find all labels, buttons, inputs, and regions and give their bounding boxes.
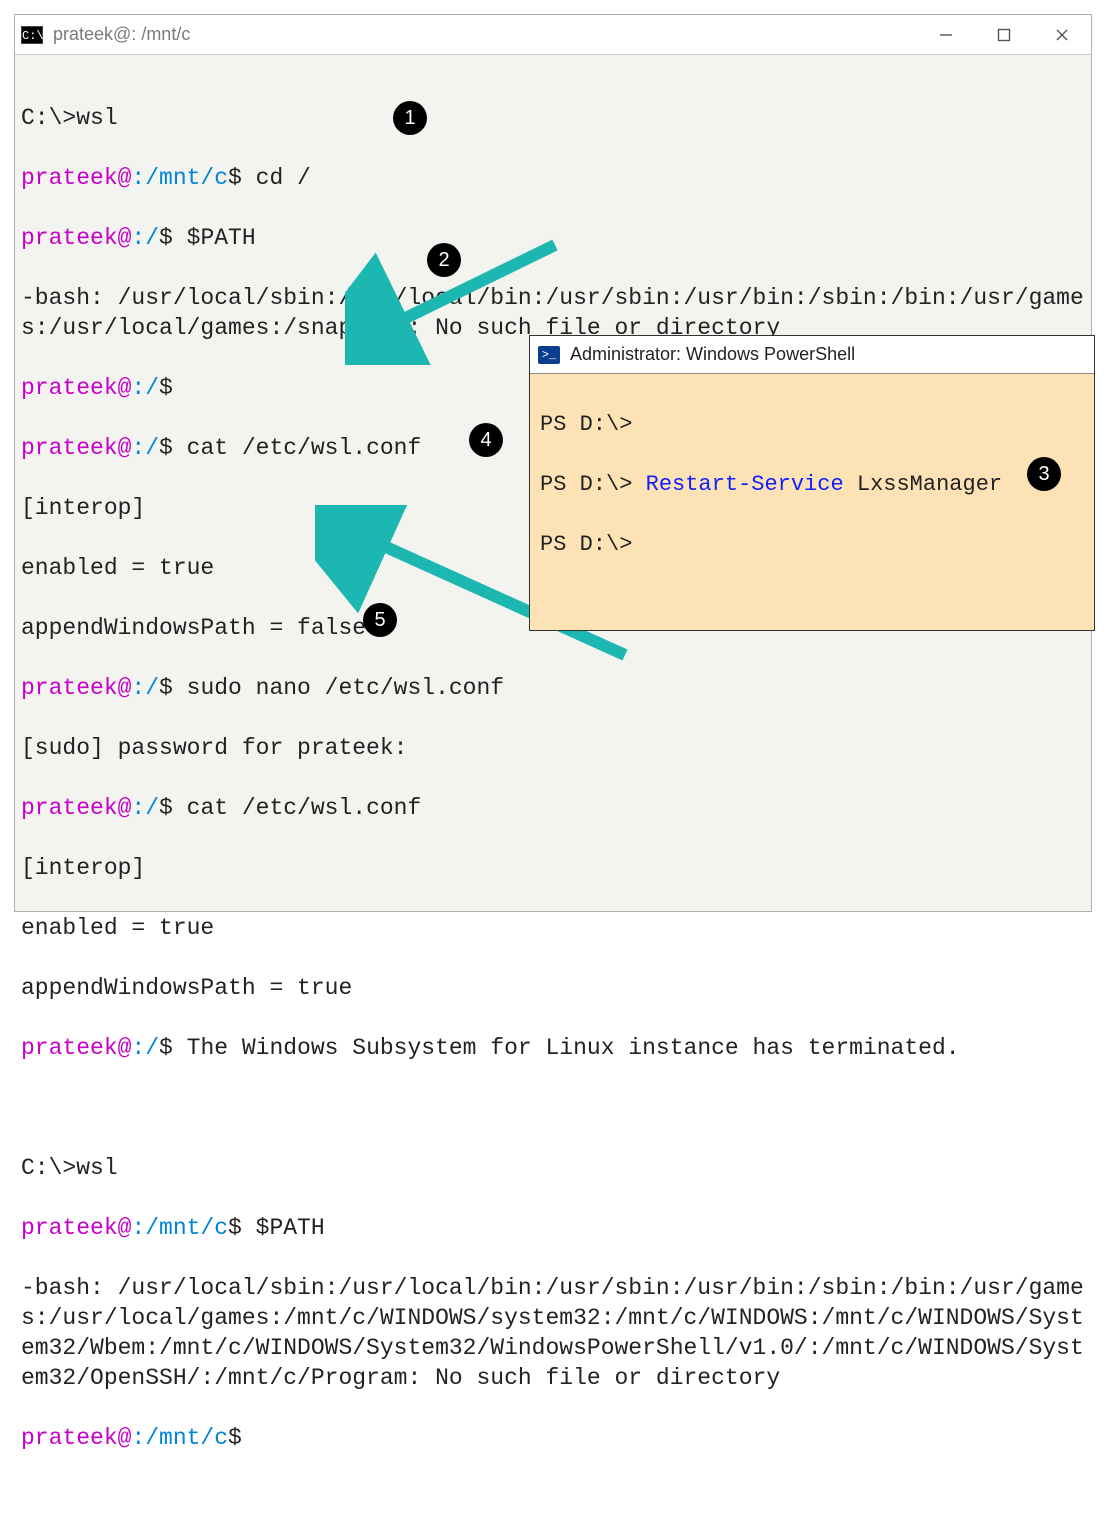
prompt-rest: $ $PATH — [159, 225, 256, 251]
prompt-path: :/ — [131, 435, 159, 461]
ps-command: Restart-Service — [646, 472, 844, 497]
cmd-icon: C:\. — [21, 26, 43, 44]
term-line: [interop] — [21, 495, 145, 521]
prompt-path: :/mnt/c — [131, 1215, 228, 1241]
powershell-titlebar: >_ Administrator: Windows PowerShell — [530, 336, 1094, 374]
prompt-user: prateek@ — [21, 675, 131, 701]
close-icon — [1055, 28, 1069, 42]
wsl-terminal-window: C:\. prateek@: /mnt/c C:\>wsl prateek@:/… — [14, 14, 1092, 912]
prompt-user: prateek@ — [21, 1425, 131, 1451]
window-controls — [917, 15, 1091, 54]
prompt-user: prateek@ — [21, 1035, 131, 1061]
prompt-rest: $ cat /etc/wsl.conf — [159, 435, 421, 461]
prompt-user: prateek@ — [21, 1215, 131, 1241]
close-button[interactable] — [1033, 15, 1091, 54]
term-line: [interop] — [21, 855, 145, 881]
window-title: prateek@: /mnt/c — [53, 24, 917, 45]
ps-prompt: PS D:\> — [540, 472, 646, 497]
prompt-path: :/mnt/c — [131, 165, 228, 191]
prompt-path: :/ — [131, 1035, 159, 1061]
callout-3: 3 — [1027, 457, 1061, 491]
term-line: C:\>wsl — [21, 1155, 118, 1181]
ps-prompt: PS D:\> — [540, 532, 632, 557]
term-line — [21, 1095, 35, 1121]
prompt-user: prateek@ — [21, 795, 131, 821]
ps-argument: LxssManager — [844, 472, 1002, 497]
prompt-user: prateek@ — [21, 225, 131, 251]
term-line: enabled = true — [21, 555, 214, 581]
term-line: enabled = true — [21, 915, 214, 941]
minimize-icon — [939, 28, 953, 42]
prompt-rest: $ $PATH — [228, 1215, 325, 1241]
prompt-rest: $ cd / — [228, 165, 311, 191]
prompt-user: prateek@ — [21, 435, 131, 461]
powershell-window: >_ Administrator: Windows PowerShell PS … — [529, 335, 1095, 631]
prompt-path: :/ — [131, 675, 159, 701]
prompt-path: :/mnt/c — [131, 1425, 228, 1451]
prompt-rest: $ — [228, 1425, 242, 1451]
prompt-rest: $ The Windows Subsystem for Linux instan… — [159, 1035, 960, 1061]
callout-1: 1 — [393, 101, 427, 135]
prompt-rest: $ sudo nano /etc/wsl.conf — [159, 675, 504, 701]
prompt-rest: $ cat /etc/wsl.conf — [159, 795, 421, 821]
ps-prompt: PS D:\> — [540, 412, 632, 437]
maximize-icon — [997, 28, 1011, 42]
powershell-title: Administrator: Windows PowerShell — [570, 344, 855, 365]
prompt-path: :/ — [131, 225, 159, 251]
powershell-icon: >_ — [538, 346, 560, 364]
powershell-output[interactable]: PS D:\> PS D:\> Restart-Service LxssMana… — [530, 374, 1094, 630]
prompt-rest: $ — [159, 375, 173, 401]
term-line: appendWindowsPath = true — [21, 975, 352, 1001]
term-line: -bash: /usr/local/sbin:/usr/local/bin:/u… — [21, 1275, 1084, 1391]
prompt-path: :/ — [131, 795, 159, 821]
titlebar: C:\. prateek@: /mnt/c — [15, 15, 1091, 55]
callout-4: 4 — [469, 423, 503, 457]
minimize-button[interactable] — [917, 15, 975, 54]
callout-5: 5 — [363, 603, 397, 637]
maximize-button[interactable] — [975, 15, 1033, 54]
term-line: appendWindowsPath = false — [21, 615, 366, 641]
prompt-user: prateek@ — [21, 165, 131, 191]
term-line: [sudo] password for prateek: — [21, 735, 407, 761]
term-line: -bash: /usr/local/sbin:/usr/local/bin:/u… — [21, 285, 1084, 341]
prompt-path: :/ — [131, 375, 159, 401]
terminal-output[interactable]: C:\>wsl prateek@:/mnt/c$ cd / prateek@:/… — [15, 55, 1091, 1519]
term-line: C:\>wsl — [21, 105, 118, 131]
callout-2: 2 — [427, 243, 461, 277]
prompt-user: prateek@ — [21, 375, 131, 401]
